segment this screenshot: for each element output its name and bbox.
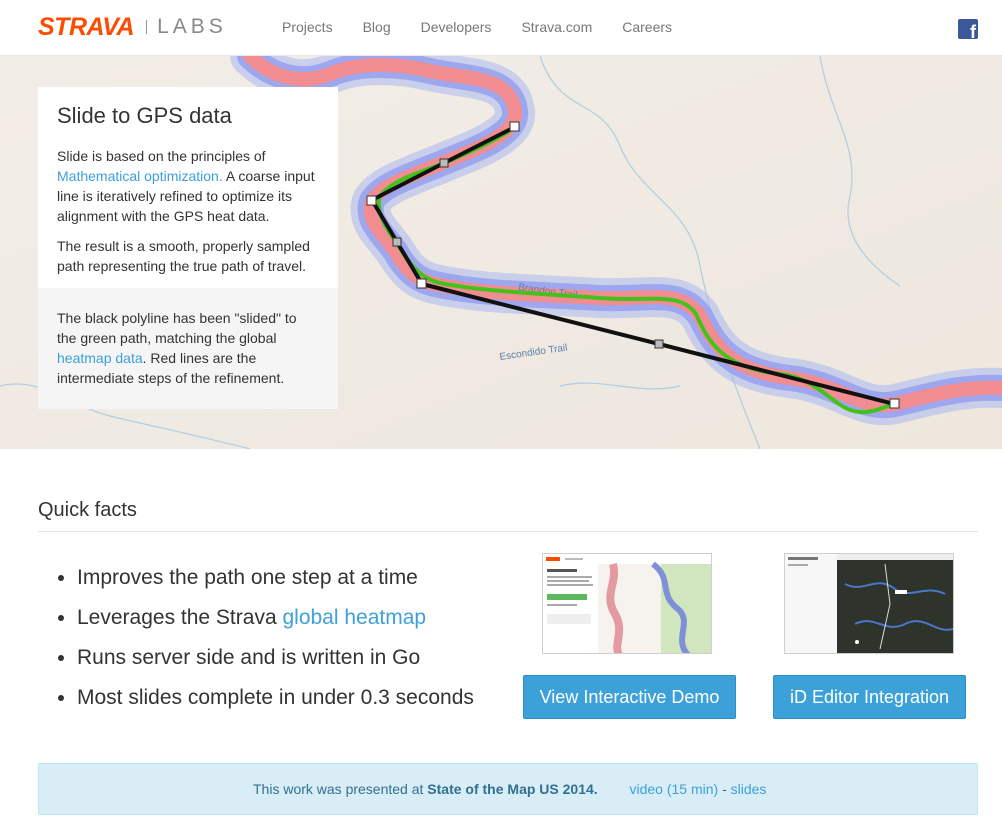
facebook-glyph: f — [970, 22, 976, 39]
main-nav: Projects Blog Developers Strava.com Care… — [267, 0, 687, 56]
heatmap-data-link[interactable]: heatmap data — [57, 350, 143, 366]
hero-paragraph-1: Slide is based on the principles of Math… — [57, 146, 319, 226]
hero-paragraph-2: The result is a smooth, properly sampled… — [57, 238, 310, 274]
demo-thumbnail[interactable] — [542, 553, 712, 654]
notice-content: This work was presented at State of the … — [253, 764, 766, 814]
global-heatmap-link[interactable]: global heatmap — [282, 606, 426, 629]
view-interactive-demo-button[interactable]: View Interactive Demo — [523, 675, 736, 719]
vertex-handle — [509, 121, 520, 132]
brand-strava: STRAVA — [38, 13, 135, 41]
quick-facts-list: Improves the path one step at a time Lev… — [77, 558, 474, 718]
id-editor-integration-button[interactable]: iD Editor Integration — [773, 675, 966, 719]
nav-item-blog[interactable]: Blog — [348, 0, 406, 56]
slides-link[interactable]: slides — [731, 781, 767, 797]
fact-text: Leverages the Strava — [77, 606, 283, 629]
vertex-midpoint — [654, 339, 664, 349]
facebook-icon[interactable]: f — [958, 19, 978, 39]
vertex-handle — [889, 398, 900, 409]
quick-facts-title: Quick facts — [38, 496, 978, 532]
mathematical-optimization-link[interactable]: Mathematical optimization. — [57, 168, 223, 184]
info-panel: Slide to GPS data Slide is based on the … — [38, 87, 338, 409]
vertex-handle — [416, 278, 427, 289]
strava-labs-logo[interactable]: STRAVA LABS — [38, 13, 227, 41]
list-item: Most slides complete in under 0.3 second… — [77, 678, 474, 718]
editor-thumbnail[interactable] — [784, 553, 954, 654]
brand-labs: LABS — [157, 15, 227, 38]
list-item: Improves the path one step at a time — [77, 558, 474, 598]
brand-divider — [146, 20, 148, 34]
hero-paragraph-3: The black polyline has been "slided" to … — [57, 308, 319, 388]
hero-p1-text: Slide is based on the principles of — [57, 148, 266, 164]
notice-text: This work was presented at — [253, 781, 428, 797]
nav-item-careers[interactable]: Careers — [607, 0, 687, 56]
top-navbar: STRAVA LABS Projects Blog Developers Str… — [0, 0, 1002, 56]
notice-event-name: State of the Map US 2014. — [427, 781, 598, 797]
presentation-notice: This work was presented at State of the … — [38, 763, 978, 815]
notice-dash: - — [722, 781, 727, 797]
vertex-midpoint — [392, 237, 402, 247]
vertex-midpoint — [439, 158, 449, 168]
nav-item-strava-com[interactable]: Strava.com — [506, 0, 607, 56]
demo-thumbnail-image — [543, 554, 711, 653]
vertex-handle — [366, 195, 377, 206]
hero-p3-text: The black polyline has been "slided" to … — [57, 310, 297, 346]
editor-thumbnail-image — [785, 554, 953, 653]
info-panel-bottom: The black polyline has been "slided" to … — [38, 288, 338, 409]
hero-map[interactable]: Brandon Trail Escondido Trail Slide to G… — [0, 56, 1002, 449]
hero-title: Slide to GPS data — [57, 103, 232, 128]
list-item: Runs server side and is written in Go — [77, 638, 474, 678]
nav-item-developers[interactable]: Developers — [406, 0, 507, 56]
nav-item-projects[interactable]: Projects — [267, 0, 348, 56]
list-item: Leverages the Strava global heatmap — [77, 598, 474, 638]
info-panel-top: Slide to GPS data Slide is based on the … — [38, 87, 338, 288]
video-link[interactable]: video (15 min) — [629, 781, 718, 797]
